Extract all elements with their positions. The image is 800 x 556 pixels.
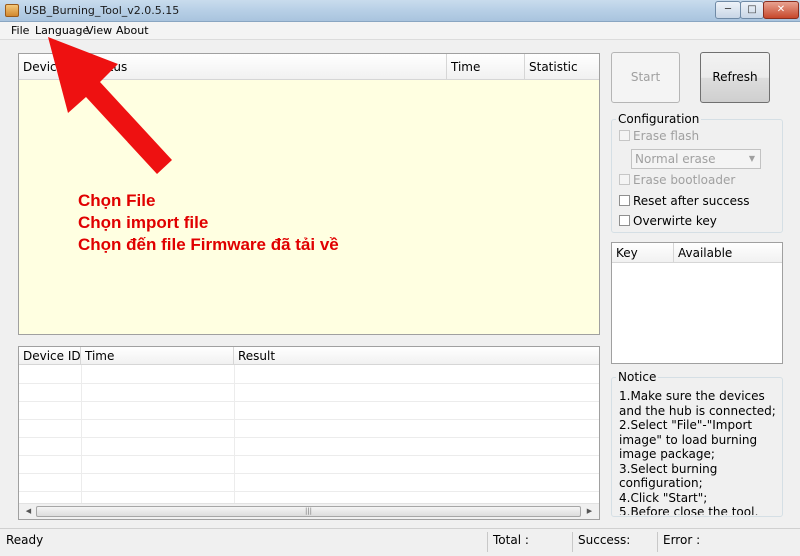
notice-text: 1.Make sure the devices and the hub is c… [619, 389, 781, 515]
notice-line: 4.Click "Start"; [619, 490, 708, 505]
status-separator [572, 532, 573, 552]
chevron-down-icon: ▼ [748, 154, 755, 163]
notice-line: and the hub is connected; [619, 403, 776, 418]
checkbox-icon [619, 215, 630, 226]
grid-line [19, 473, 599, 474]
erase-flash-checkbox[interactable]: Erase flash [619, 129, 699, 143]
grid-line [19, 455, 599, 456]
grid-line [19, 383, 599, 384]
configuration-title: Configuration [616, 112, 702, 126]
menu-view[interactable]: View [86, 24, 112, 37]
notice-line: 1.Make sure the devices [619, 389, 765, 403]
status-total: Total : [493, 533, 529, 547]
erase-bootloader-label: Erase bootloader [633, 173, 736, 187]
notice-line: 2.Select "File"-"Import [619, 418, 753, 432]
erase-bootloader-checkbox[interactable]: Erase bootloader [619, 173, 735, 187]
menu-bar: File Language View About [0, 22, 800, 40]
grid-line [234, 365, 235, 505]
grid-line [19, 437, 599, 438]
notice-line: configuration; [619, 476, 703, 490]
minimize-icon: ─ [724, 4, 732, 15]
overwrite-key-checkbox[interactable]: Overwirte key [619, 214, 717, 228]
menu-file[interactable]: File [11, 24, 29, 37]
grid-line [81, 365, 82, 505]
column-header-status[interactable]: Status [85, 54, 447, 80]
annotation-line-1: Chọn File [78, 191, 156, 210]
column-header-key[interactable]: Key [612, 243, 674, 263]
close-icon: ✕ [776, 4, 786, 15]
window-title: USB_Burning_Tool_v2.0.5.15 [24, 4, 180, 17]
checkbox-icon [619, 174, 630, 185]
erase-mode-value: Normal erase [635, 152, 716, 166]
start-button[interactable]: Start [611, 52, 680, 103]
status-separator [487, 532, 488, 552]
notice-line: 3.Select burning [619, 461, 718, 476]
column-header-time[interactable]: Time [447, 54, 525, 80]
notice-line: image package; [619, 447, 715, 461]
menu-language[interactable]: Language [35, 24, 89, 37]
refresh-button[interactable]: Refresh [700, 52, 770, 103]
app-icon [5, 4, 19, 17]
maximize-button[interactable]: □ [740, 1, 764, 19]
scroll-thumb[interactable]: ||| [36, 506, 581, 517]
notice-title: Notice [616, 370, 659, 384]
reset-after-success-checkbox[interactable]: Reset after success [619, 194, 749, 208]
notice-line: 5.Before close the tool, you [619, 505, 759, 515]
status-ready: Ready [6, 533, 44, 547]
title-bar: USB_Burning_Tool_v2.0.5.15 ─ □ ✕ [0, 0, 800, 22]
annotation-line-2: Chọn import file [78, 213, 209, 232]
grid-line [19, 491, 599, 492]
status-success: Success: [578, 533, 631, 547]
minimize-button[interactable]: ─ [715, 1, 741, 19]
annotation-line-3: Chọn đến file Firmware đã tải về [78, 235, 339, 254]
result-table[interactable]: Device ID Time Result ◀ ||| ▶ [18, 346, 600, 520]
column-header-available[interactable]: Available [674, 243, 782, 263]
status-error: Error : [663, 533, 701, 547]
maximize-icon: □ [747, 4, 757, 15]
erase-flash-label: Erase flash [633, 129, 700, 143]
reset-after-success-label: Reset after success [633, 194, 750, 208]
checkbox-icon [619, 195, 630, 206]
grid-line [19, 401, 599, 402]
scroll-right-icon[interactable]: ▶ [582, 505, 597, 518]
notice-line: image" to load burning [619, 432, 758, 447]
menu-about[interactable]: About [116, 24, 149, 37]
grid-line [19, 419, 599, 420]
close-button[interactable]: ✕ [763, 1, 799, 19]
column-header-device-id[interactable]: Device ID [19, 54, 85, 80]
column-header-statistic[interactable]: Statistic [525, 54, 599, 80]
horizontal-scrollbar[interactable]: ◀ ||| ▶ [19, 503, 599, 519]
status-bar: Ready Total : Success: Error : [0, 528, 800, 556]
column-header-result[interactable]: Result [234, 347, 599, 365]
key-table[interactable]: Key Available [611, 242, 783, 364]
checkbox-icon [619, 130, 630, 141]
column-header-result-time[interactable]: Time [81, 347, 234, 365]
column-header-result-device-id[interactable]: Device ID [19, 347, 81, 365]
scroll-left-icon[interactable]: ◀ [21, 505, 36, 518]
status-separator [657, 532, 658, 552]
overwrite-key-label: Overwirte key [633, 214, 717, 228]
erase-mode-select[interactable]: Normal erase ▼ [631, 149, 761, 169]
